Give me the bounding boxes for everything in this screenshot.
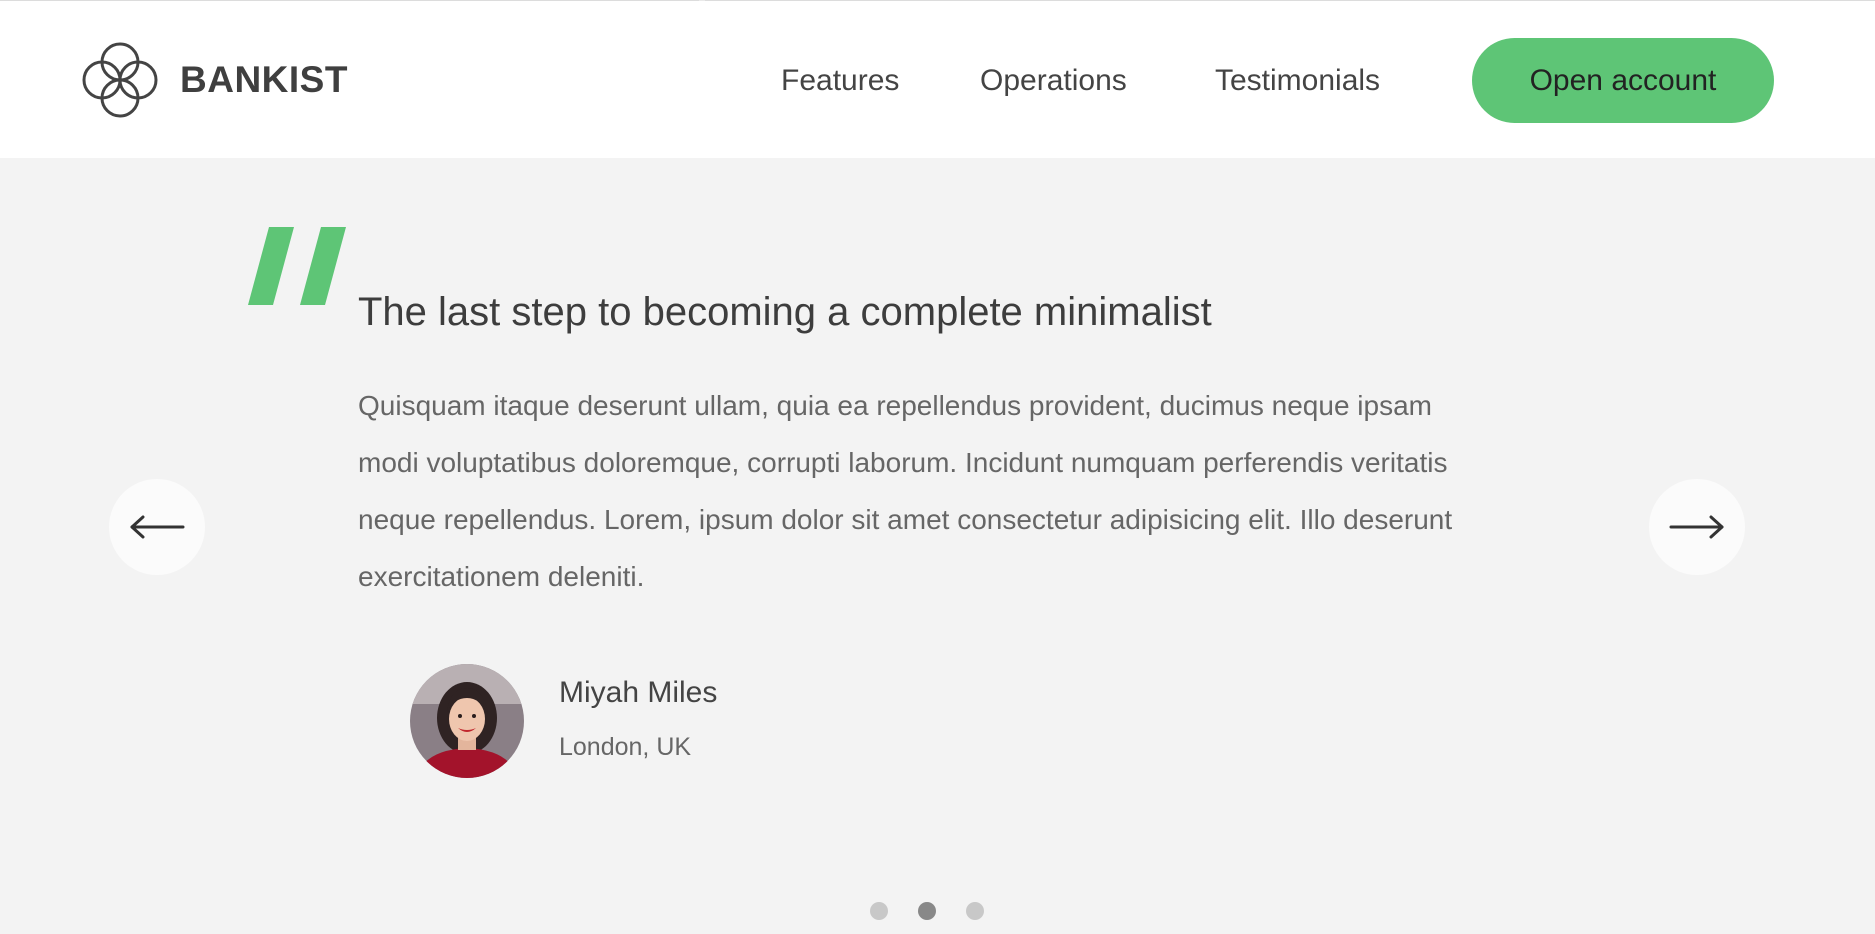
testimonial-title: The last step to becoming a complete min… — [358, 290, 1212, 334]
slider-dot-active[interactable] — [918, 902, 936, 920]
slider-prev-button[interactable] — [109, 479, 205, 575]
testimonial-body: Quisquam itaque deserunt ullam, quia ea … — [358, 390, 1453, 592]
arrow-right-icon — [1669, 515, 1724, 539]
arrow-left-icon — [130, 515, 185, 539]
slider-dot[interactable] — [870, 902, 888, 920]
nav-link-features[interactable]: Features — [781, 61, 899, 101]
slider-dot[interactable] — [966, 902, 984, 920]
author-name: Miyah Miles — [559, 676, 718, 709]
navbar: BANKIST Features Operations Testimonials… — [0, 1, 1875, 158]
nav-link-operations[interactable]: Operations — [980, 61, 1127, 101]
avatar — [410, 664, 524, 778]
slider-next-button[interactable] — [1649, 479, 1745, 575]
slider-dots — [0, 902, 1875, 922]
author-photo — [410, 664, 524, 778]
author-location: London, UK — [559, 733, 692, 761]
quote-icon — [248, 227, 346, 305]
open-account-button[interactable]: Open account — [1472, 38, 1774, 123]
nav-link-testimonials[interactable]: Testimonials — [1215, 61, 1380, 101]
